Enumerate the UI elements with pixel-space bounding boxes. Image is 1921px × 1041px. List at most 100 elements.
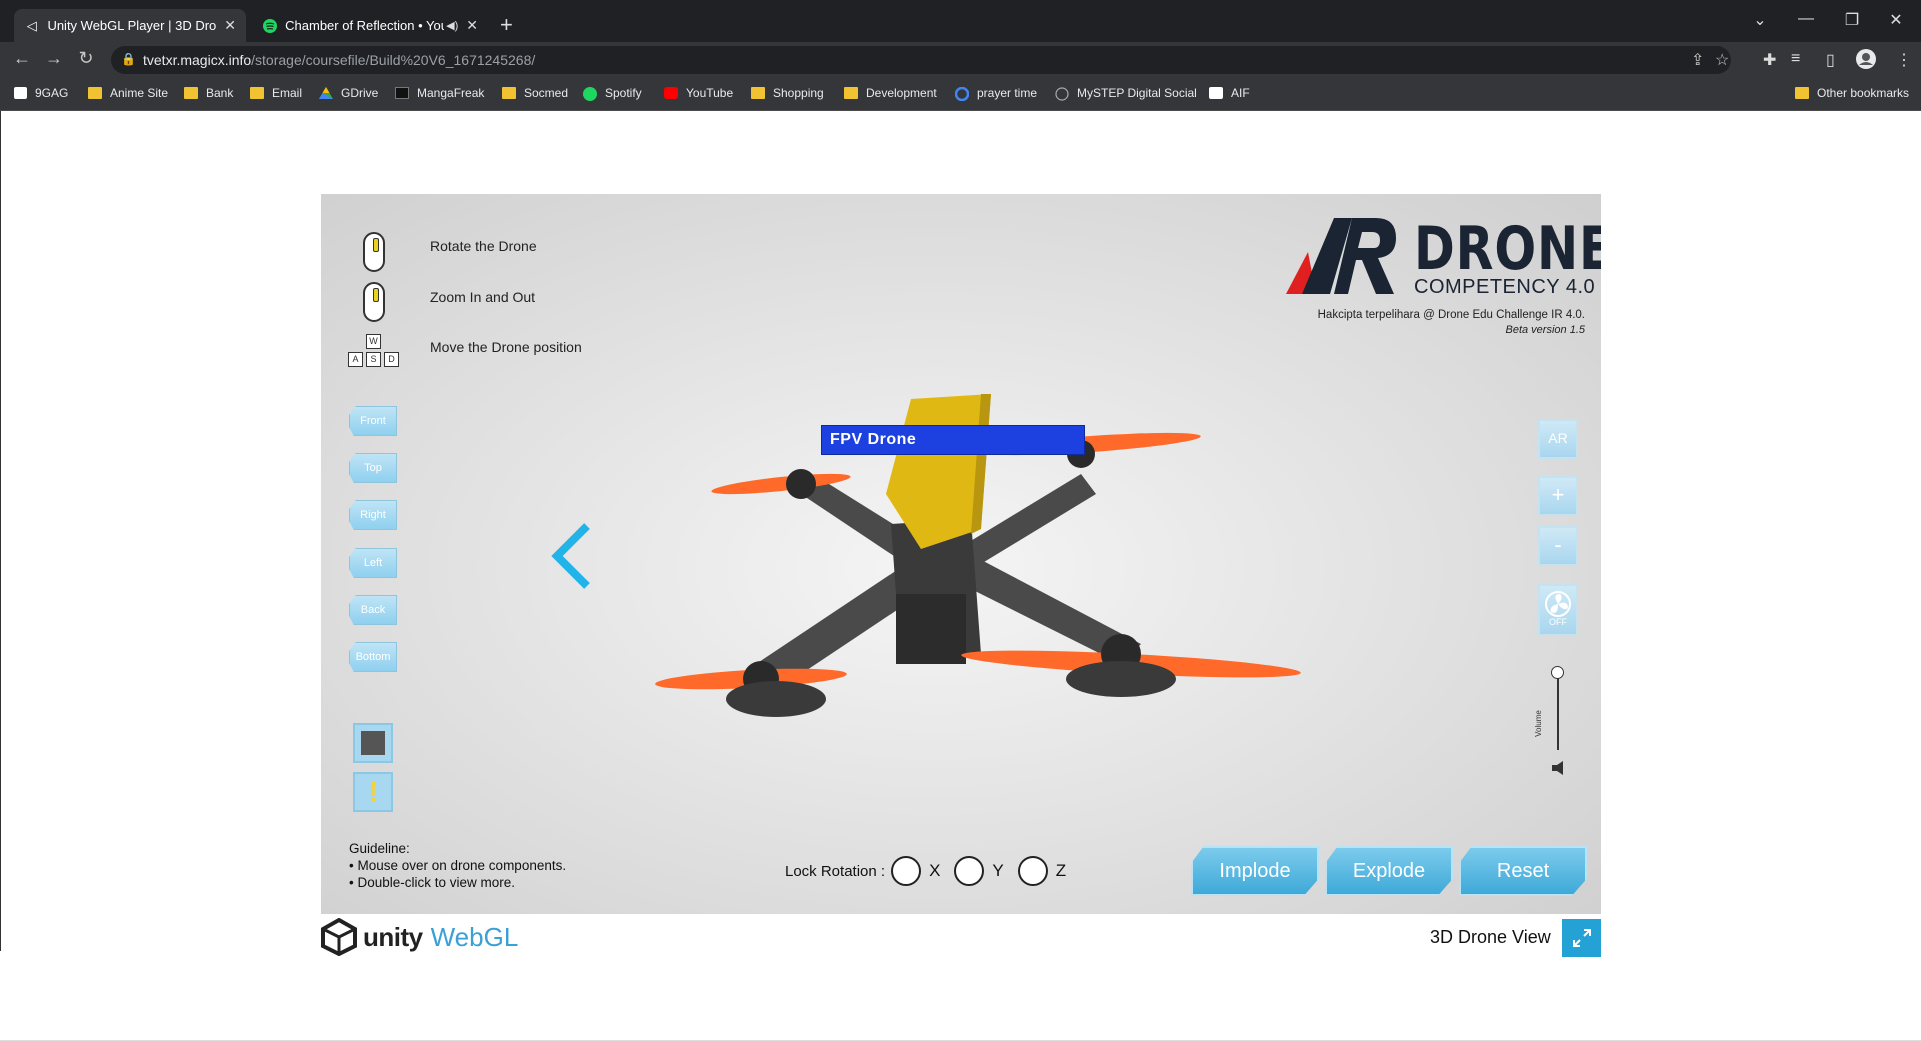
selected-part-label: FPV Drone <box>821 425 1085 455</box>
stop-button[interactable] <box>353 723 393 763</box>
tab-unity-player[interactable]: ◁ Unity WebGL Player | 3D Drone V ✕ <box>14 9 246 42</box>
view-bottom-button[interactable]: Bottom <box>349 642 397 672</box>
minimize-button[interactable]: — <box>1786 10 1826 28</box>
youtube-icon <box>664 87 678 99</box>
axis-y-label: Y <box>992 861 1004 880</box>
bookmark-label: Other bookmarks <box>1817 86 1910 100</box>
zoom-label: Zoom In and Out <box>430 289 536 305</box>
new-tab-button[interactable]: + <box>500 12 513 38</box>
browser-tab-strip: ◁ Unity WebGL Player | 3D Drone V ✕ Cham… <box>0 0 1921 42</box>
lock-x-radio[interactable] <box>891 856 922 886</box>
share-icon[interactable]: ⇪ <box>1691 50 1704 70</box>
folder-icon <box>88 87 102 99</box>
side-panel-icon[interactable]: ▯ <box>1826 50 1835 70</box>
fullscreen-button[interactable] <box>1562 919 1601 957</box>
forward-button[interactable]: → <box>42 48 66 69</box>
bookmark-9gag[interactable]: 9GAG <box>14 86 68 100</box>
bookmark-spotify[interactable]: Spotify <box>583 86 642 101</box>
copyright-text: Hakcipta terpelihara @ Drone Edu Challen… <box>1317 309 1585 321</box>
other-bookmarks[interactable]: Other bookmarks <box>1795 86 1909 100</box>
beta-version: Beta version 1.5 <box>1505 324 1586 336</box>
volume-slider[interactable] <box>1557 672 1559 750</box>
bookmark-development[interactable]: Development <box>844 86 937 100</box>
axis-z-label: Z <box>1055 861 1067 880</box>
close-window-button[interactable]: ✕ <box>1876 10 1916 30</box>
page-content: Rotate the Drone Zoom In and Out W A S D… <box>0 111 1921 1041</box>
key-s: S <box>366 352 381 367</box>
bookmark-anime-site[interactable]: Anime Site <box>88 86 168 100</box>
bookmark-label: Bank <box>206 86 234 100</box>
volume-label: Volume <box>1533 710 1543 737</box>
ar-logo-icon <box>1286 218 1396 294</box>
close-icon[interactable]: ✕ <box>224 17 236 34</box>
speaker-icon[interactable] <box>1551 760 1567 781</box>
key-w: W <box>366 334 381 349</box>
explode-button[interactable]: Explode <box>1325 846 1453 896</box>
mystep-icon <box>1055 87 1069 101</box>
profile-avatar[interactable] <box>1855 48 1877 75</box>
bookmark-youtube[interactable]: YouTube <box>664 86 733 100</box>
view-front-button[interactable]: Front <box>349 406 397 436</box>
reload-button[interactable]: ↻ <box>74 48 98 69</box>
url-text: tvetxr.magicx.info/storage/coursefile/Bu… <box>143 52 536 68</box>
bookmark-mangafreak[interactable]: MangaFreak <box>395 86 484 100</box>
view-right-button[interactable]: Right <box>349 500 397 530</box>
zoom-in-button[interactable]: + <box>1538 476 1578 516</box>
guideline-line: • Mouse over on drone components. <box>349 858 567 873</box>
bookmark-label: AIF <box>1231 86 1250 100</box>
lock-icon[interactable]: 🔒 <box>121 52 136 66</box>
tab-spotify[interactable]: Chamber of Reflection • Your ◀) ✕ <box>252 9 488 42</box>
lock-z-radio[interactable] <box>1017 856 1048 886</box>
speaker-icon[interactable]: ◀) <box>446 19 458 32</box>
bookmark-bank[interactable]: Bank <box>184 86 233 100</box>
menu-icon[interactable]: ⋮ <box>1896 50 1912 70</box>
lock-y-radio[interactable] <box>954 856 985 886</box>
implode-button[interactable]: Implode <box>1191 846 1319 896</box>
lock-rotation-label: Lock Rotation : <box>785 862 886 880</box>
bookmark-star-icon[interactable]: ☆ <box>1715 50 1729 70</box>
view-left-button[interactable]: Left <box>349 548 397 578</box>
back-button[interactable]: ← <box>10 48 34 69</box>
extensions-icon[interactable]: ✚ <box>1763 50 1776 70</box>
volume-handle[interactable] <box>1551 666 1564 679</box>
reset-button[interactable]: Reset <box>1459 846 1587 896</box>
fan-toggle-button[interactable]: OFF <box>1538 584 1578 636</box>
rotate-hint <box>363 232 385 272</box>
guideline-line: • Double-click to view more. <box>349 875 516 890</box>
view-back-button[interactable]: Back <box>349 595 397 625</box>
ar-button[interactable]: AR <box>1538 419 1578 459</box>
left-mouse-icon <box>363 232 385 272</box>
bookmark-label: Spotify <box>605 86 642 100</box>
guideline-title: Guideline: <box>349 841 410 856</box>
bookmark-socmed[interactable]: Socmed <box>502 86 568 100</box>
bookmarks-bar: 9GAG Anime Site Bank Email GDrive MangaF… <box>0 78 1921 111</box>
unity-canvas[interactable]: Rotate the Drone Zoom In and Out W A S D… <box>321 194 1601 914</box>
drone-model[interactable] <box>621 344 1301 764</box>
previous-arrow-icon[interactable] <box>549 522 593 595</box>
guideline-text: Guideline: • Mouse over on drone compone… <box>349 840 566 891</box>
bookmark-label: Socmed <box>524 86 569 100</box>
restore-button[interactable]: ❐ <box>1832 10 1872 30</box>
fan-icon <box>1540 586 1576 617</box>
zoom-out-button[interactable]: - <box>1538 526 1578 566</box>
lock-rotation: Lock Rotation : X Y Z <box>785 856 1074 886</box>
bookmark-mystep[interactable]: MySTEP Digital Social <box>1055 86 1197 101</box>
tab-search-icon[interactable]: ⌄ <box>1740 10 1780 30</box>
move-label: Move the Drone position <box>430 339 582 355</box>
bookmark-email[interactable]: Email <box>250 86 302 100</box>
address-bar[interactable]: 🔒 tvetxr.magicx.info/storage/coursefile/… <box>111 46 1731 74</box>
bookmark-label: MangaFreak <box>417 86 485 100</box>
info-button[interactable]: ! <box>353 772 393 812</box>
warning-icon: ! <box>368 776 378 807</box>
unity-webgl-logo: unity WebGL <box>321 918 518 956</box>
bookmark-label: prayer time <box>977 86 1038 100</box>
bookmark-gdrive[interactable]: GDrive <box>319 86 378 100</box>
bookmark-aif[interactable]: AIF <box>1209 86 1250 100</box>
folder-icon <box>1795 87 1809 99</box>
bookmark-shopping[interactable]: Shopping <box>751 86 824 100</box>
stop-icon <box>361 731 385 755</box>
media-control-icon[interactable]: ≡ <box>1791 50 1800 68</box>
bookmark-prayer-time[interactable]: prayer time <box>954 86 1038 102</box>
view-top-button[interactable]: Top <box>349 453 397 483</box>
close-icon[interactable]: ✕ <box>466 17 478 34</box>
